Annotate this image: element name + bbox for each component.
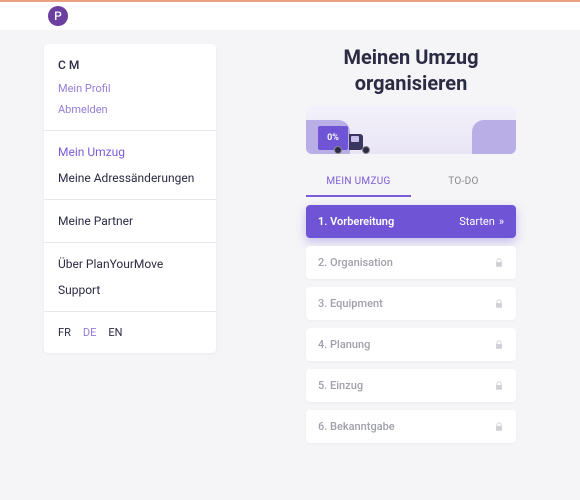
lang-de[interactable]: DE xyxy=(83,326,96,339)
lock-icon xyxy=(494,422,504,432)
lang-switcher: FR DE EN xyxy=(58,326,202,339)
nav-support[interactable]: Support xyxy=(58,283,202,297)
step-2: 2. Organisation xyxy=(306,246,516,279)
truck-icon: 0% xyxy=(318,126,363,150)
step-6: 6. Bekanntgabe xyxy=(306,410,516,443)
lock-icon xyxy=(494,381,504,391)
tab-mein-umzug[interactable]: MEIN UMZUG xyxy=(306,168,411,197)
step-1[interactable]: 1. Vorbereitung Starten » xyxy=(306,205,516,238)
start-button[interactable]: Starten » xyxy=(459,215,504,228)
lock-icon xyxy=(494,340,504,350)
step-label: 1. Vorbereitung xyxy=(318,215,394,228)
truck-wheel xyxy=(362,146,370,154)
nav-mein-umzug[interactable]: Mein Umzug xyxy=(58,145,202,159)
lock-icon xyxy=(494,299,504,309)
step-label: 5. Einzug xyxy=(318,379,363,392)
sidebar-nav-section-3: Über PlanYourMove Support xyxy=(44,243,216,312)
sidebar-nav-section-1: Mein Umzug Meine Adressänderungen xyxy=(44,131,216,200)
nav-address-changes[interactable]: Meine Adressänderungen xyxy=(58,171,202,185)
truck-wheel xyxy=(334,146,342,154)
step-4: 4. Planung xyxy=(306,328,516,361)
nav-partners[interactable]: Meine Partner xyxy=(58,214,202,228)
nav-about[interactable]: Über PlanYourMove xyxy=(58,257,202,271)
step-label: 6. Bekanntgabe xyxy=(318,420,395,433)
layout: C M Mein Profil Abmelden Mein Umzug Mein… xyxy=(0,30,580,451)
skyline-right xyxy=(472,120,516,154)
chevron-right-icon: » xyxy=(499,215,504,228)
lang-en[interactable]: EN xyxy=(108,326,122,339)
user-initials: C M xyxy=(58,58,202,72)
profile-link[interactable]: Mein Profil xyxy=(58,82,202,95)
tabs: MEIN UMZUG TO-DO xyxy=(306,168,516,197)
brand-logo[interactable]: P xyxy=(48,6,68,26)
step-5: 5. Einzug xyxy=(306,369,516,402)
title-line-2: organisieren xyxy=(355,71,468,95)
lang-fr[interactable]: FR xyxy=(58,326,71,339)
lock-icon xyxy=(494,258,504,268)
truck-cab xyxy=(349,134,363,150)
tab-todo[interactable]: TO-DO xyxy=(411,168,516,197)
step-label: 4. Planung xyxy=(318,338,370,351)
step-label: 3. Equipment xyxy=(318,297,383,310)
start-label: Starten xyxy=(459,215,495,228)
main-content: Meinen Umzug organisieren 0% MEIN UMZUG … xyxy=(306,44,516,451)
page-title: Meinen Umzug organisieren xyxy=(306,44,516,96)
sidebar-lang-section: FR DE EN xyxy=(44,312,216,353)
progress-badge: 0% xyxy=(318,126,348,150)
hero-illustration: 0% xyxy=(306,106,516,154)
sidebar-nav-section-2: Meine Partner xyxy=(44,200,216,243)
step-3: 3. Equipment xyxy=(306,287,516,320)
logout-link[interactable]: Abmelden xyxy=(58,103,202,116)
step-label: 2. Organisation xyxy=(318,256,393,269)
title-line-1: Meinen Umzug xyxy=(343,45,478,69)
sidebar: C M Mein Profil Abmelden Mein Umzug Mein… xyxy=(44,44,216,353)
sidebar-user-section: C M Mein Profil Abmelden xyxy=(44,44,216,131)
topbar: P xyxy=(0,0,580,30)
